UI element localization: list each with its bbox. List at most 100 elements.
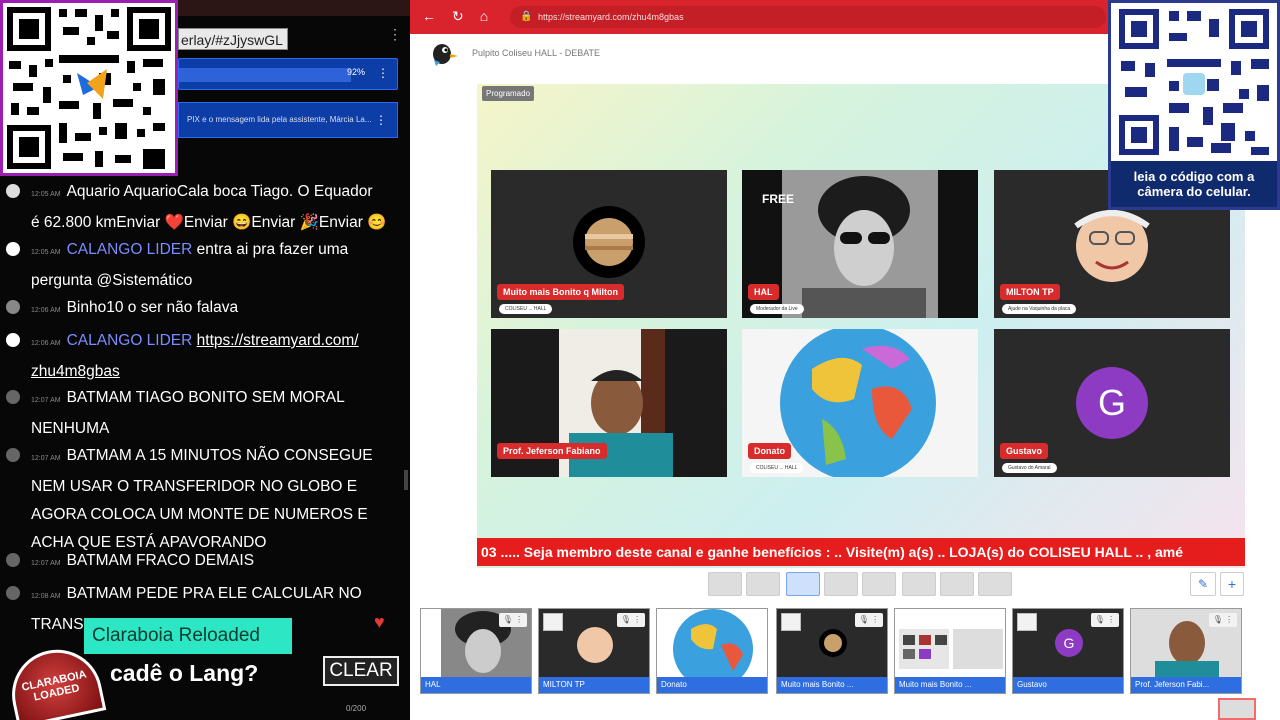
message-time: 12:06 AM	[31, 340, 61, 347]
message-text-line: TIAGO BONITO SEM MORAL	[135, 389, 345, 406]
message-author: BATMAM	[66, 447, 132, 464]
message-time: 12:05 AM	[31, 249, 61, 256]
person-icon[interactable]	[1017, 613, 1037, 631]
message-time: 12:07 AM	[31, 560, 61, 567]
back-icon[interactable]: ←	[422, 8, 452, 24]
mic-icon[interactable]: 🎙 ⋮	[855, 613, 883, 627]
edit-icon[interactable]: ✎	[1190, 572, 1216, 596]
message-text-line: AquarioCala boca Tiago. O Equador	[123, 183, 373, 200]
layout-screen-button[interactable]	[902, 572, 936, 596]
chat-message: 12:06 AM CALANGO LIDER https://streamyard…	[0, 327, 400, 386]
participant-tile[interactable]: G Gustavo Gustavo do Amaral	[994, 329, 1230, 477]
pinned-menu-icon[interactable]: ⋮	[375, 113, 387, 127]
thumb-screen-share	[899, 629, 1003, 669]
message-text-line: o ser não falava	[127, 299, 239, 316]
thumb-label: Muito mais Bonito ...	[777, 677, 887, 693]
layout-leader-button[interactable]	[824, 572, 858, 596]
free-overlay-text: FREE	[762, 192, 795, 206]
avatar	[6, 390, 20, 404]
progress-fill	[179, 68, 352, 82]
layout-blank-button[interactable]	[978, 572, 1012, 596]
qr-caption: leia o código com a câmera do celular.	[1111, 161, 1277, 207]
message-link[interactable]: https://streamyard.com/	[197, 332, 359, 349]
message-author: BATMAM	[66, 389, 132, 406]
overlay-url-field[interactable]: erlay/#zJjyswGL	[178, 28, 288, 50]
more-options-icon[interactable]: ⋮	[388, 26, 402, 43]
participant-tile[interactable]: Prof. Jeferson Fabiano	[491, 329, 727, 477]
layout-group-button[interactable]	[786, 572, 820, 596]
mic-icon[interactable]: 🎙 ⋮	[1091, 613, 1119, 627]
channel-name-banner: Claraboia Reloaded	[84, 618, 292, 654]
thumb-label: Gustavo	[1013, 677, 1123, 693]
message-time: 12:05 AM	[31, 191, 61, 198]
corner-preview[interactable]	[1218, 698, 1256, 720]
address-bar[interactable]: 🔒 https://streamyard.com/zhu4m8gbas	[510, 6, 1106, 28]
reload-icon[interactable]: ↻	[452, 8, 480, 24]
mic-icon[interactable]: 🎙 ⋮	[1209, 613, 1237, 627]
home-icon[interactable]: ⌂	[480, 8, 504, 24]
scheduled-badge: Programado	[482, 86, 535, 101]
mic-icon[interactable]: 🎙 ⋮	[499, 613, 527, 627]
participant-name: Donato	[748, 443, 791, 459]
qr-code-left	[0, 0, 178, 176]
message-author: BATMAM	[66, 552, 132, 569]
pinned-message: PIX e o mensagem lida pela assistente, M…	[178, 102, 398, 138]
participant-subtitle: COLISEU ... HALL	[750, 463, 804, 473]
participant-tile[interactable]: FREE HAL Moderador da Live	[742, 170, 978, 318]
chat-message: 12:05 AM CALANGO LIDER entra ai pra fazer…	[0, 236, 400, 295]
avatar	[6, 586, 20, 600]
message-text-line: é 62.800 kmEnviar ❤️Enviar 😄Enviar 🎉Envi…	[31, 214, 387, 231]
participant-name: MILTON TP	[1000, 284, 1060, 300]
person-icon[interactable]	[781, 613, 801, 631]
backstage-thumb[interactable]: 🎙 ⋮ HAL	[420, 608, 532, 694]
qr-code-graphic	[1119, 9, 1269, 155]
thumb-label: Donato	[657, 677, 767, 693]
add-icon[interactable]: +	[1220, 572, 1244, 596]
message-text-line: A 15 MINUTOS NÃO CONSEGUE	[135, 447, 373, 464]
layout-pip-button[interactable]	[862, 572, 896, 596]
chat-scrollbar[interactable]	[404, 470, 408, 490]
backstage-thumb[interactable]: 🎙 ⋮ G Gustavo	[1012, 608, 1124, 694]
message-text-line: AGORA COLOCA UM MONTE DE NUMEROS E	[31, 506, 368, 523]
qr-caption-line: leia o código com a	[1133, 169, 1255, 184]
progress-menu-icon[interactable]: ⋮	[377, 66, 389, 80]
participant-subtitle: COLISEU ... HALL	[499, 304, 553, 314]
layout-cinema-button[interactable]	[940, 572, 974, 596]
backstage-thumb[interactable]: Muito mais Bonito ...	[894, 608, 1006, 694]
chat-message-body: 12:05 AM Aquario AquarioCala boca Tiago. …	[0, 178, 400, 209]
avatar	[6, 242, 20, 256]
layout-thin-button[interactable]	[746, 572, 780, 596]
thumb-avatar-initial: G	[1055, 629, 1083, 657]
backstage-thumb[interactable]: 🎙 ⋮ MILTON TP	[538, 608, 650, 694]
message-author: CALANGO LIDER	[66, 332, 193, 349]
backstage-thumb[interactable]: 🎙 ⋮ Muito mais Bonito ...	[776, 608, 888, 694]
person-icon[interactable]	[543, 613, 563, 631]
heart-icon[interactable]: ♥	[374, 612, 385, 633]
backstage-thumb[interactable]: Donato	[656, 608, 768, 694]
avatar	[6, 333, 20, 347]
participant-name: Muito mais Bonito q Milton	[497, 284, 624, 300]
message-link[interactable]: zhu4m8gbas	[0, 358, 400, 386]
message-time: 12:08 AM	[31, 593, 61, 600]
mic-icon[interactable]: 🎙 ⋮	[617, 613, 645, 627]
participant-tile[interactable]: Donato COLISEU ... HALL	[742, 329, 978, 477]
layout-solo-button[interactable]	[708, 572, 742, 596]
participant-name: Prof. Jeferson Fabiano	[497, 443, 607, 459]
scrolling-ticker: 03 ..... Seja membro deste canal e ganhe…	[477, 538, 1245, 566]
chat-topbar	[178, 0, 410, 16]
participant-subtitle: Gustavo do Amaral	[1002, 463, 1057, 473]
pinned-message-text: PIX e o mensagem lida pela assistente, M…	[187, 115, 372, 124]
backstage-thumb[interactable]: 🎙 ⋮ Prof. Jeferson Fabi...	[1130, 608, 1242, 694]
clear-button[interactable]: CLEAR	[323, 656, 399, 686]
qr-code-graphic	[3, 3, 175, 173]
character-counter: 0/200	[346, 704, 367, 713]
chat-message: 12:07 AM BATMAM A 15 MINUTOS NÃO CONSEGUE…	[0, 442, 400, 557]
avatar	[6, 184, 20, 198]
thumb-label: Muito mais Bonito ...	[895, 677, 1005, 693]
participant-tile[interactable]: Muito mais Bonito q Milton COLISEU ... H…	[491, 170, 727, 318]
thumb-video	[673, 609, 753, 689]
participant-subtitle: Ajude na Vaquinha da placa	[1002, 304, 1077, 314]
duck-logo-icon	[433, 44, 458, 66]
message-author: Binho10	[66, 299, 124, 316]
nav-buttons: ←↻⌂	[422, 8, 504, 25]
